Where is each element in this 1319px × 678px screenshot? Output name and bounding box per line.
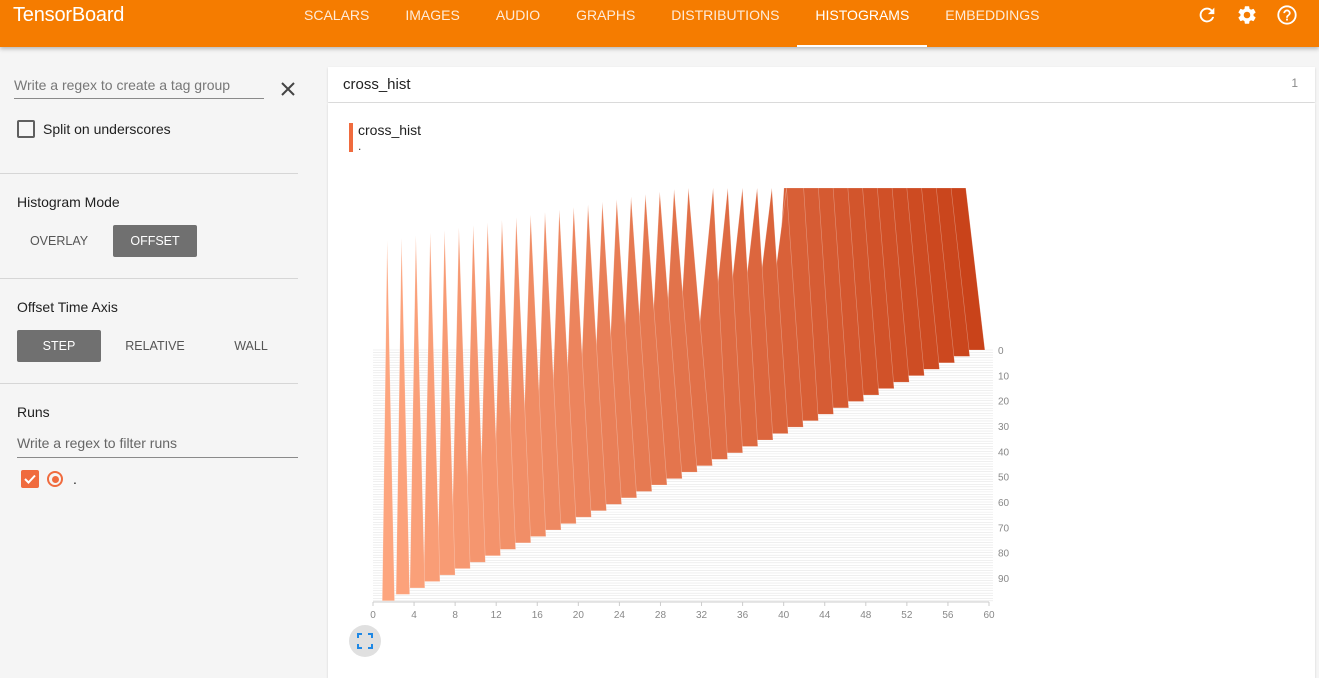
tag-group-count: 1 bbox=[1291, 76, 1298, 90]
x-axis-tick-label: 40 bbox=[778, 610, 790, 621]
x-axis-tick-label: 4 bbox=[411, 610, 417, 621]
run-item: . bbox=[21, 470, 77, 488]
x-axis-tick-label: 16 bbox=[532, 610, 544, 621]
x-axis-tick-label: 28 bbox=[655, 610, 667, 621]
x-axis-tick-label: 20 bbox=[573, 610, 585, 621]
histogram-mode-title: Histogram Mode bbox=[17, 194, 120, 210]
offset-time-axis-toggle: STEP RELATIVE WALL bbox=[17, 330, 293, 362]
runs-title: Runs bbox=[17, 404, 50, 420]
check-icon bbox=[24, 474, 36, 484]
histogram-slice bbox=[409, 235, 426, 589]
dashboard-tabs: SCALARS IMAGES AUDIO GRAPHS DISTRIBUTION… bbox=[286, 0, 1057, 47]
step-button[interactable]: STEP bbox=[17, 330, 101, 362]
divider bbox=[0, 383, 298, 384]
step-axis-tick-label: 70 bbox=[998, 523, 1010, 534]
split-underscores-row[interactable]: Split on underscores bbox=[17, 120, 171, 138]
x-axis-tick-label: 32 bbox=[696, 610, 708, 621]
tab-histograms[interactable]: HISTOGRAMS bbox=[797, 0, 928, 47]
tag-group-header[interactable]: cross_hist 1 bbox=[328, 67, 1315, 102]
x-axis-tick-label: 24 bbox=[614, 610, 626, 621]
x-axis-tick-label: 8 bbox=[452, 610, 458, 621]
tag-regex-input[interactable] bbox=[14, 77, 264, 93]
x-axis-tick-label: 12 bbox=[491, 610, 503, 621]
x-axis-tick-label: 44 bbox=[819, 610, 831, 621]
step-axis-tick-label: 40 bbox=[998, 447, 1010, 458]
step-axis-tick-label: 20 bbox=[998, 397, 1010, 408]
x-axis-tick-label: 48 bbox=[860, 610, 872, 621]
x-axis-tick-label: 60 bbox=[983, 610, 995, 621]
divider bbox=[0, 278, 298, 279]
histogram-slice bbox=[423, 233, 441, 582]
tag-group-title: cross_hist bbox=[343, 76, 411, 93]
tab-embeddings[interactable]: EMBEDDINGS bbox=[927, 0, 1057, 47]
sidebar: Split on underscores Histogram Mode OVER… bbox=[0, 47, 313, 678]
x-axis-tick-label: 52 bbox=[901, 610, 913, 621]
tab-audio[interactable]: AUDIO bbox=[478, 0, 558, 47]
toolbar-actions bbox=[1195, 3, 1299, 27]
tab-graphs[interactable]: GRAPHS bbox=[558, 0, 653, 47]
top-app-bar: TensorBoard SCALARS IMAGES AUDIO GRAPHS … bbox=[0, 0, 1319, 47]
split-underscores-label: Split on underscores bbox=[43, 121, 171, 137]
settings-icon[interactable] bbox=[1235, 3, 1259, 27]
run-label: . bbox=[73, 471, 77, 487]
step-axis-tick-label: 30 bbox=[998, 422, 1010, 433]
offset-time-axis-title: Offset Time Axis bbox=[17, 299, 118, 315]
histogram-chart[interactable]: 0 4 8 12 16 20 24 28 32 36 40 44 48 52 56 6001020304050… bbox=[328, 103, 1315, 678]
tab-distributions[interactable]: DISTRIBUTIONS bbox=[653, 0, 797, 47]
wall-button[interactable]: WALL bbox=[209, 330, 293, 362]
step-axis-tick-label: 10 bbox=[998, 371, 1010, 382]
step-axis-tick-label: 60 bbox=[998, 498, 1010, 509]
app-title: TensorBoard bbox=[13, 4, 125, 26]
tag-regex-field bbox=[14, 77, 264, 99]
help-icon[interactable] bbox=[1275, 3, 1299, 27]
x-axis-tick-label: 56 bbox=[942, 610, 954, 621]
offset-button[interactable]: OFFSET bbox=[113, 225, 197, 257]
run-color-radio[interactable] bbox=[47, 471, 63, 487]
runs-filter-input[interactable] bbox=[17, 435, 298, 451]
histogram-slice bbox=[437, 230, 456, 576]
expand-chart-button[interactable] bbox=[349, 625, 381, 657]
relative-button[interactable]: RELATIVE bbox=[113, 330, 197, 362]
fullscreen-icon bbox=[357, 633, 373, 649]
step-axis-tick-label: 50 bbox=[998, 473, 1010, 484]
histogram-slice bbox=[395, 238, 411, 595]
close-icon bbox=[281, 82, 295, 96]
divider bbox=[0, 173, 298, 174]
clear-regex-button[interactable] bbox=[278, 79, 298, 99]
step-axis-tick-label: 90 bbox=[998, 574, 1010, 585]
runs-filter-field bbox=[17, 435, 298, 458]
x-axis-tick-label: 36 bbox=[737, 610, 749, 621]
step-axis-tick-label: 0 bbox=[998, 346, 1004, 357]
refresh-icon[interactable] bbox=[1195, 3, 1219, 27]
x-axis-tick-label: 0 bbox=[370, 610, 376, 621]
split-underscores-checkbox[interactable] bbox=[17, 120, 35, 138]
histogram-mode-toggle: OVERLAY OFFSET bbox=[17, 225, 197, 257]
histogram-card: cross_hist . 0 4 8 12 16 20 24 28 32 36 40 44 48 52 56… bbox=[328, 103, 1315, 678]
tab-images[interactable]: IMAGES bbox=[387, 0, 477, 47]
tab-scalars[interactable]: SCALARS bbox=[286, 0, 387, 47]
overlay-button[interactable]: OVERLAY bbox=[17, 225, 101, 257]
run-checkbox[interactable] bbox=[21, 470, 39, 488]
step-axis-tick-label: 80 bbox=[998, 549, 1010, 560]
